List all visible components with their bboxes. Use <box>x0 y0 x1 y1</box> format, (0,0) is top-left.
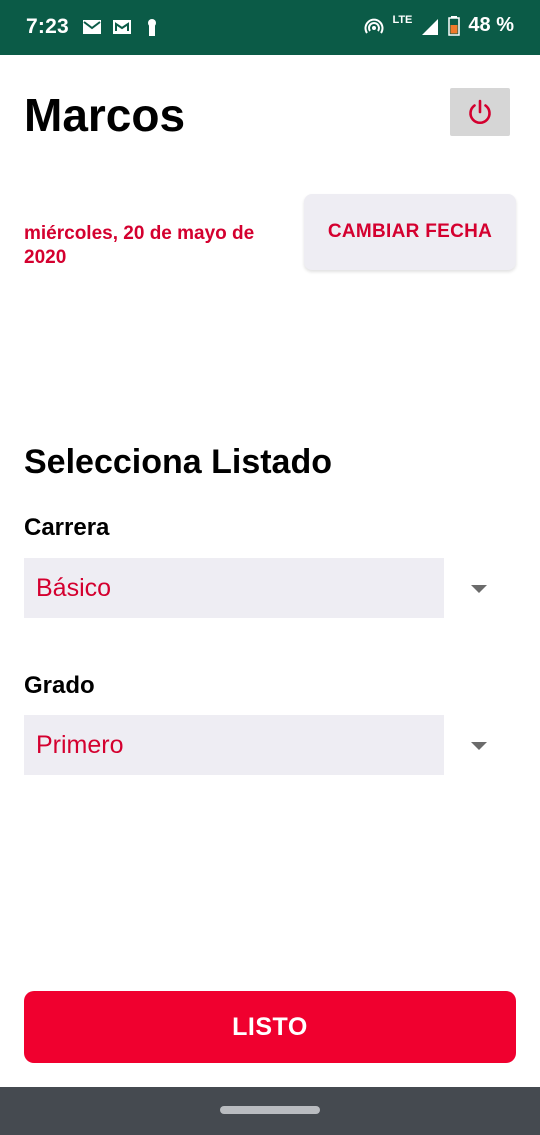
done-button[interactable]: LISTO <box>24 991 516 1063</box>
grade-dropdown-arrow-icon[interactable] <box>471 742 487 750</box>
network-type: LTE <box>392 13 413 26</box>
career-label: Carrera <box>24 514 110 541</box>
navigation-bar <box>0 1087 540 1135</box>
change-date-button[interactable]: CAMBIAR FECHA <box>304 194 516 270</box>
status-time: 7:23 <box>26 15 69 38</box>
gmail-icon <box>113 20 131 34</box>
grade-select[interactable]: Primero <box>24 715 444 775</box>
battery-percent: 48 % <box>468 14 514 36</box>
logout-button[interactable] <box>450 88 510 136</box>
grade-label: Grado <box>24 672 95 699</box>
hotspot-icon <box>364 18 384 34</box>
page-title: Marcos <box>24 89 186 141</box>
keyhole-icon <box>148 19 156 36</box>
battery-icon <box>448 15 461 36</box>
selected-date: miércoles, 20 de mayo de 2020 <box>24 223 255 268</box>
power-icon <box>469 99 491 124</box>
career-select[interactable]: Básico <box>24 558 444 618</box>
grade-select-value: Primero <box>36 730 124 759</box>
section-title: Selecciona Listado <box>24 443 332 481</box>
status-bar: 7:23 LTE 48 % <box>0 0 540 55</box>
signal-icon <box>422 18 439 35</box>
system-icons: LTE 48 % <box>364 14 514 37</box>
home-handle[interactable] <box>220 1106 320 1114</box>
notification-icons <box>82 17 162 37</box>
career-select-value: Básico <box>36 573 112 602</box>
mail-icon <box>83 20 101 34</box>
career-dropdown-arrow-icon[interactable] <box>471 585 487 593</box>
